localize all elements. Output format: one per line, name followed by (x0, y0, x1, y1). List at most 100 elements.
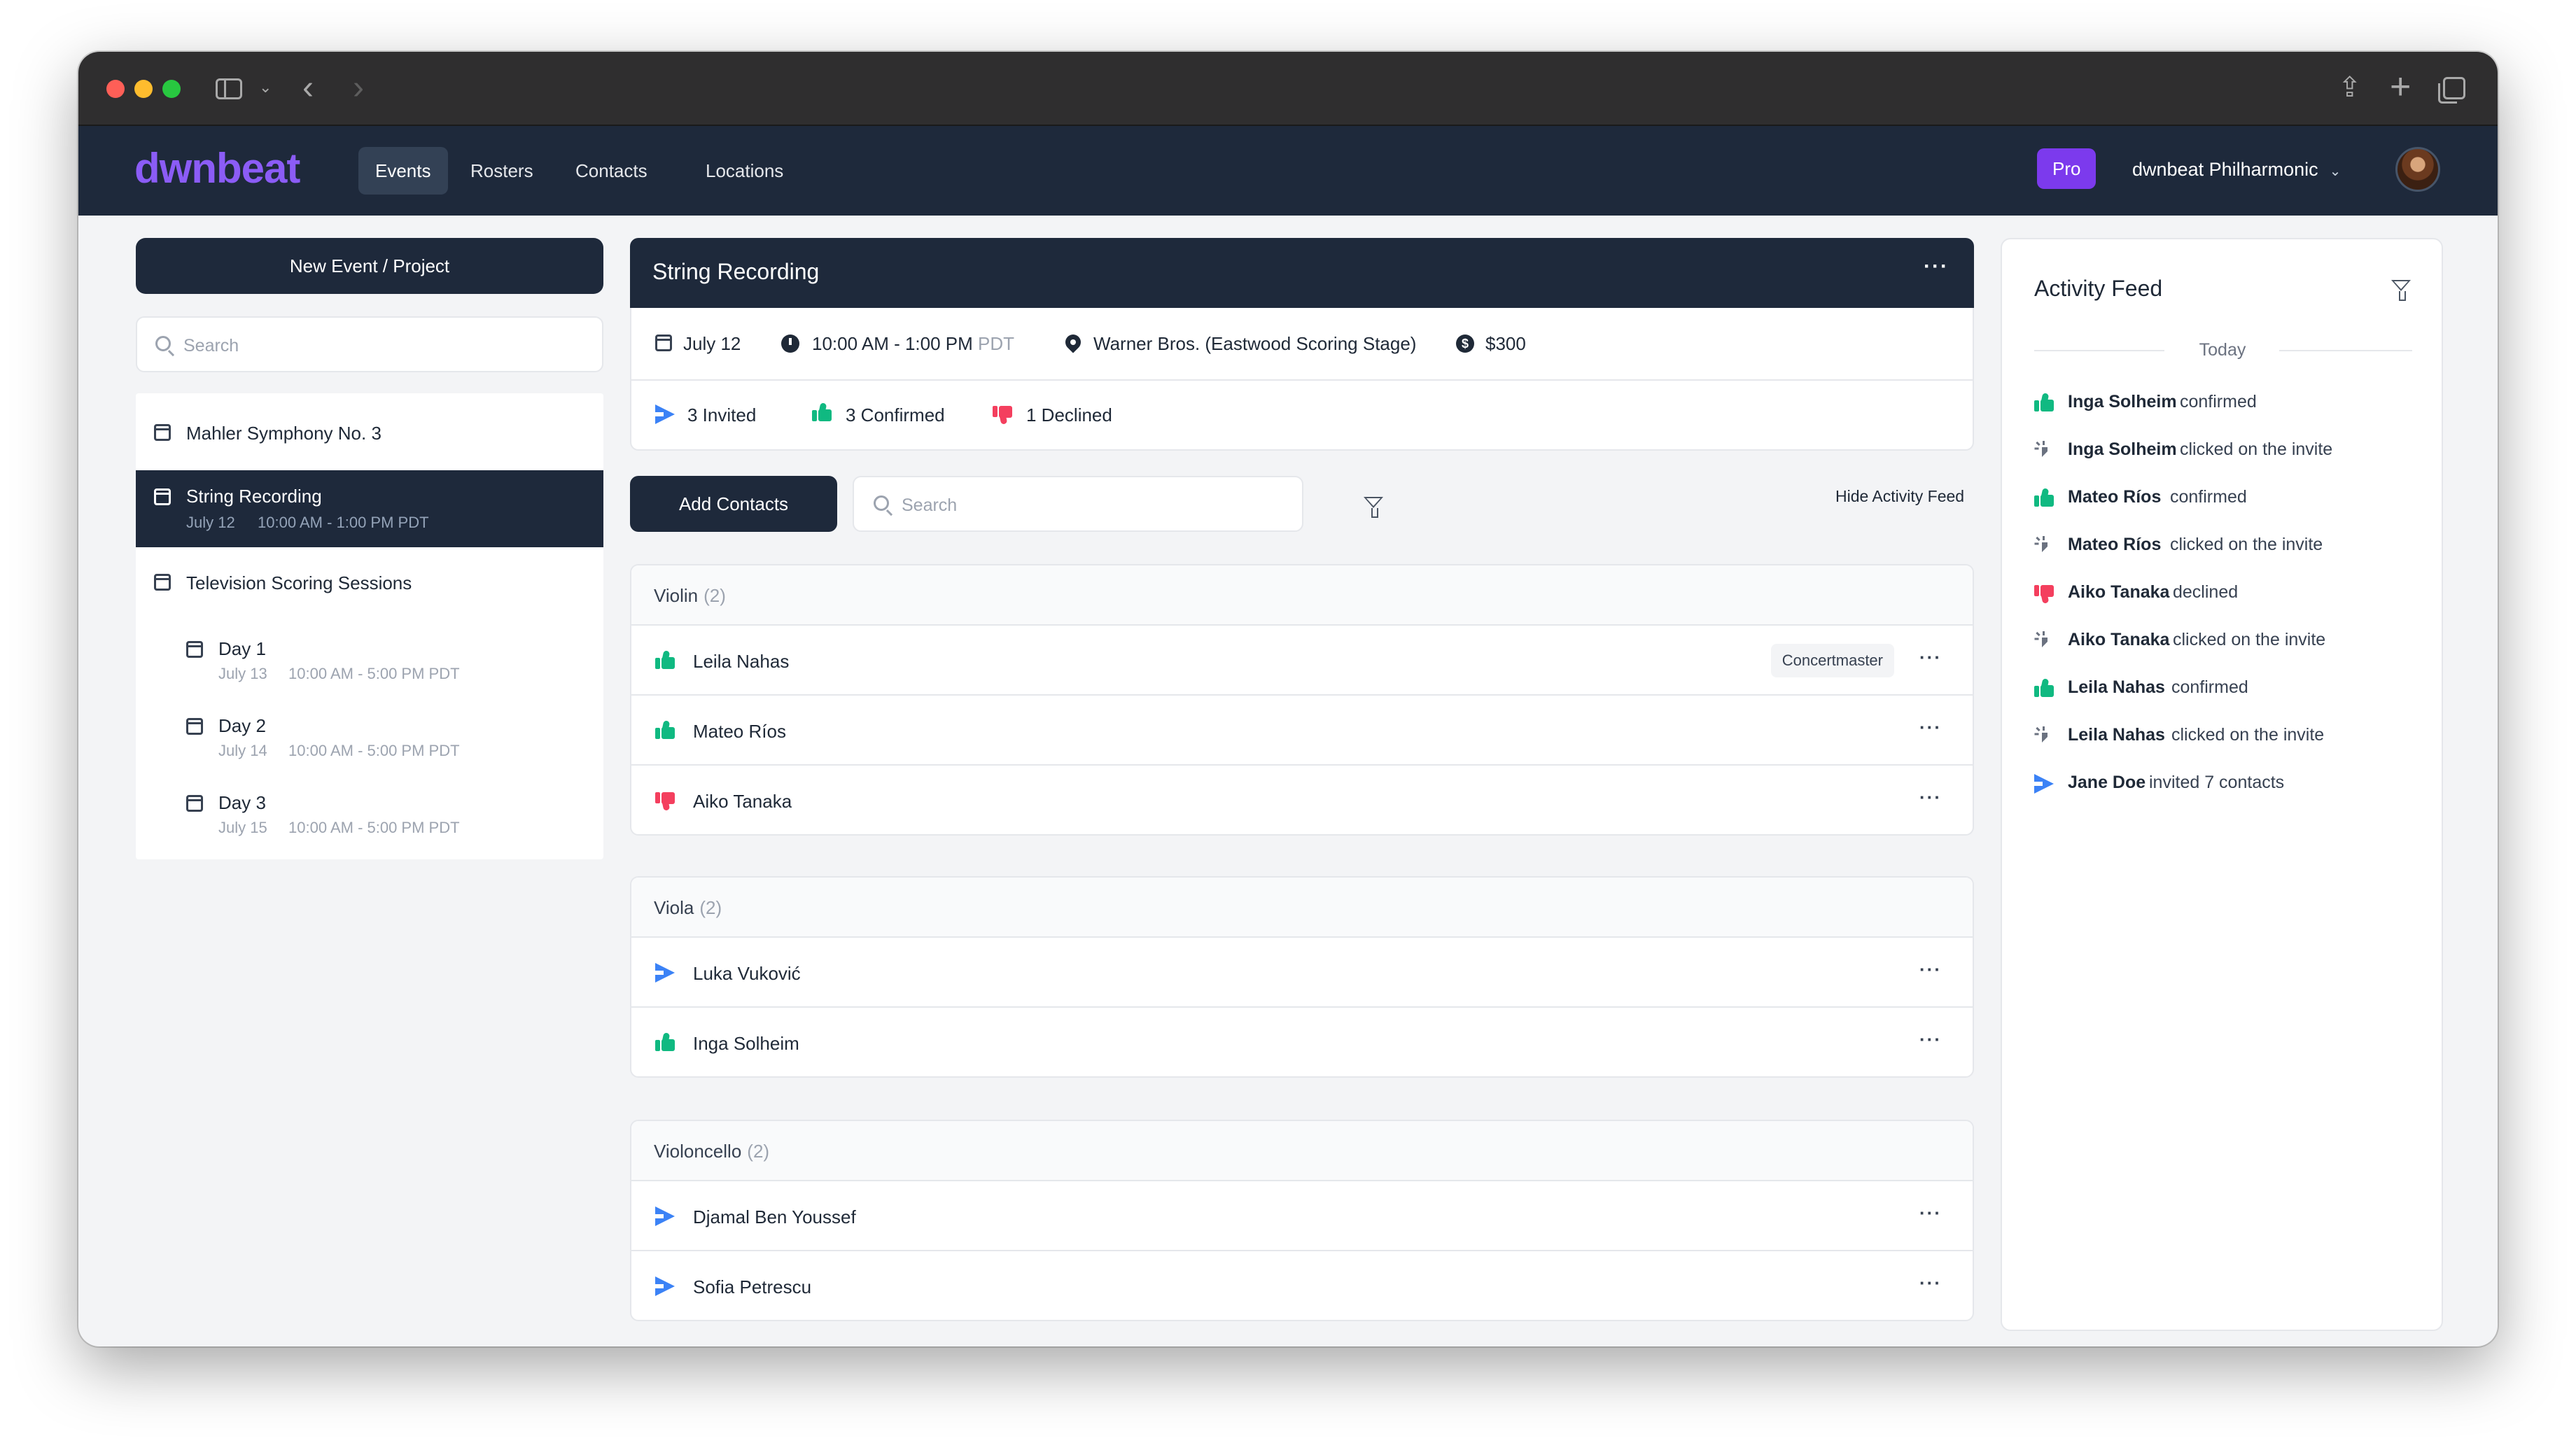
event-item-day-1[interactable]: Day 1 July 13 10:00 AM - 5:00 PM PDT (136, 624, 603, 701)
thumbs-up-icon (2034, 678, 2054, 697)
event-search[interactable] (136, 316, 603, 372)
send-icon (2034, 774, 2054, 794)
more-options-icon[interactable]: ··· (1924, 255, 1949, 279)
feed-item: Inga Solheim confirmed (2034, 388, 2426, 416)
filter-icon[interactable] (2391, 280, 2411, 301)
feed-actor[interactable]: Jane Doe (2068, 773, 2146, 793)
role-badge: Concertmaster (1770, 644, 1894, 677)
roster-row[interactable]: Aiko Tanaka ··· (631, 766, 1973, 834)
event-date: July 13 (218, 665, 267, 682)
feed-actor[interactable]: Inga Solheim (2068, 439, 2177, 460)
event-item-mahler[interactable]: Mahler Symphony No. 3 (136, 393, 603, 470)
contact-name: Luka Vuković (693, 963, 801, 984)
nav-locations[interactable]: Locations (689, 147, 800, 195)
share-icon[interactable]: ⇪ (2338, 71, 2362, 104)
event-title: Mahler Symphony No. 3 (186, 423, 382, 444)
feed-actor[interactable]: Leila Nahas (2068, 725, 2165, 745)
contact-search-input[interactable] (902, 491, 1294, 519)
location-pin-icon (1062, 331, 1084, 353)
minimize-window-button[interactable] (134, 80, 153, 98)
browser-toolbar: ⌄ ‹ › ⇪ + (78, 52, 2498, 126)
nav-rosters[interactable]: Rosters (454, 147, 550, 195)
roster-row[interactable]: Luka Vuković ··· (631, 938, 1973, 1008)
feed-section-label: Today (2199, 340, 2246, 360)
event-location[interactable]: Warner Bros. (Eastwood Scoring Stage) (1093, 333, 1416, 355)
feed-actor[interactable]: Mateo Ríos (2068, 535, 2161, 555)
event-item-tv-scoring[interactable]: Television Scoring Sessions (136, 547, 603, 624)
clock-icon (781, 335, 799, 353)
contact-name: Aiko Tanaka (693, 791, 792, 812)
more-options-icon[interactable]: ··· (1919, 1272, 1942, 1294)
roster-group-violoncello: Violoncello (2) Djamal Ben Youssef ··· So… (630, 1120, 1974, 1321)
thumbs-up-icon (812, 402, 832, 421)
zoom-window-button[interactable] (162, 80, 181, 98)
send-icon (655, 1276, 675, 1296)
feed-action: clicked on the invite (2171, 725, 2325, 745)
more-options-icon[interactable]: ··· (1919, 647, 1942, 668)
calendar-icon (186, 641, 203, 658)
more-options-icon[interactable]: ··· (1919, 959, 1942, 980)
roster-row[interactable]: Sofia Petrescu ··· (631, 1251, 1973, 1320)
nav-events[interactable]: Events (358, 147, 448, 195)
event-search-input[interactable] (183, 332, 589, 360)
more-options-icon[interactable]: ··· (1919, 787, 1942, 808)
app-logo[interactable]: dwnbeat (134, 144, 300, 192)
event-time: 10:00 AM - 1:00 PM PDT (258, 514, 429, 531)
more-options-icon[interactable]: ··· (1919, 1029, 1942, 1050)
event-title: String Recording (652, 259, 820, 284)
feed-action: confirmed (2171, 677, 2248, 697)
event-timezone: PDT (978, 333, 1015, 354)
group-header[interactable]: Viola (2) (631, 878, 1973, 938)
event-date: July 15 (218, 819, 267, 836)
thumbs-up-icon (2034, 488, 2054, 507)
chevron-down-icon[interactable]: ⌄ (259, 78, 272, 97)
roster-row[interactable]: Mateo Ríos ··· (631, 696, 1973, 766)
pro-badge[interactable]: Pro (2037, 148, 2096, 189)
group-header[interactable]: Violoncello (2) (631, 1121, 1973, 1181)
event-item-string-recording[interactable]: String Recording July 12 10:00 AM - 1:00… (136, 470, 603, 547)
feed-actor[interactable]: Aiko Tanaka (2068, 630, 2169, 650)
user-avatar[interactable] (2395, 147, 2440, 192)
add-contacts-button[interactable]: Add Contacts (630, 476, 837, 532)
thumbs-down-icon (993, 406, 1012, 425)
feed-item: Jane Doe invited 7 contacts (2034, 768, 2426, 796)
event-item-day-3[interactable]: Day 3 July 15 10:00 AM - 5:00 PM PDT (136, 778, 603, 855)
invited-count[interactable]: 3 Invited (687, 404, 756, 426)
send-icon (655, 1206, 675, 1226)
back-arrow-icon[interactable]: ‹ (302, 69, 314, 107)
new-tab-icon[interactable]: + (2390, 66, 2411, 108)
new-event-button[interactable]: New Event / Project (136, 238, 603, 294)
feed-actor[interactable]: Aiko Tanaka (2068, 582, 2169, 603)
more-options-icon[interactable]: ··· (1919, 717, 1942, 738)
feed-item: Aiko Tanaka clicked on the invite (2034, 626, 2426, 654)
roster-row[interactable]: Djamal Ben Youssef ··· (631, 1181, 1973, 1251)
feed-actor[interactable]: Mateo Ríos (2068, 487, 2161, 507)
roster-row[interactable]: Inga Solheim ··· (631, 1008, 1973, 1076)
contact-search[interactable] (853, 476, 1303, 532)
group-header[interactable]: Violin (2) (631, 565, 1973, 626)
group-count: (2) (704, 585, 726, 606)
contact-name: Inga Solheim (693, 1033, 799, 1054)
forward-arrow-icon[interactable]: › (353, 69, 364, 107)
group-count: (2) (747, 1141, 770, 1162)
sidebar-toggle-icon[interactable] (216, 78, 242, 99)
more-options-icon[interactable]: ··· (1919, 1202, 1942, 1224)
nav-contacts[interactable]: Contacts (559, 147, 664, 195)
event-date: July 12 (186, 514, 235, 531)
roster-row[interactable]: Leila Nahas Concertmaster ··· (631, 626, 1973, 696)
hide-activity-feed-button[interactable]: Hide Activity Feed (1835, 487, 1964, 506)
feed-item: Leila Nahas confirmed (2034, 673, 2426, 701)
filter-icon[interactable] (1364, 497, 1383, 518)
event-item-day-2[interactable]: Day 2 July 14 10:00 AM - 5:00 PM PDT (136, 701, 603, 778)
feed-actor[interactable]: Inga Solheim (2068, 392, 2177, 412)
declined-count[interactable]: 1 Declined (1026, 404, 1112, 426)
event-date: July 14 (218, 742, 267, 759)
chevron-down-icon: ⌄ (2329, 164, 2342, 179)
thumbs-up-icon (2034, 393, 2054, 411)
close-window-button[interactable] (106, 80, 125, 98)
thumbs-up-icon (655, 1032, 675, 1051)
feed-actor[interactable]: Leila Nahas (2068, 677, 2165, 698)
organization-selector[interactable]: dwnbeat Philharmonic ⌄ (2132, 147, 2341, 192)
confirmed-count[interactable]: 3 Confirmed (846, 404, 945, 426)
tab-overview-icon[interactable] (2438, 77, 2465, 104)
